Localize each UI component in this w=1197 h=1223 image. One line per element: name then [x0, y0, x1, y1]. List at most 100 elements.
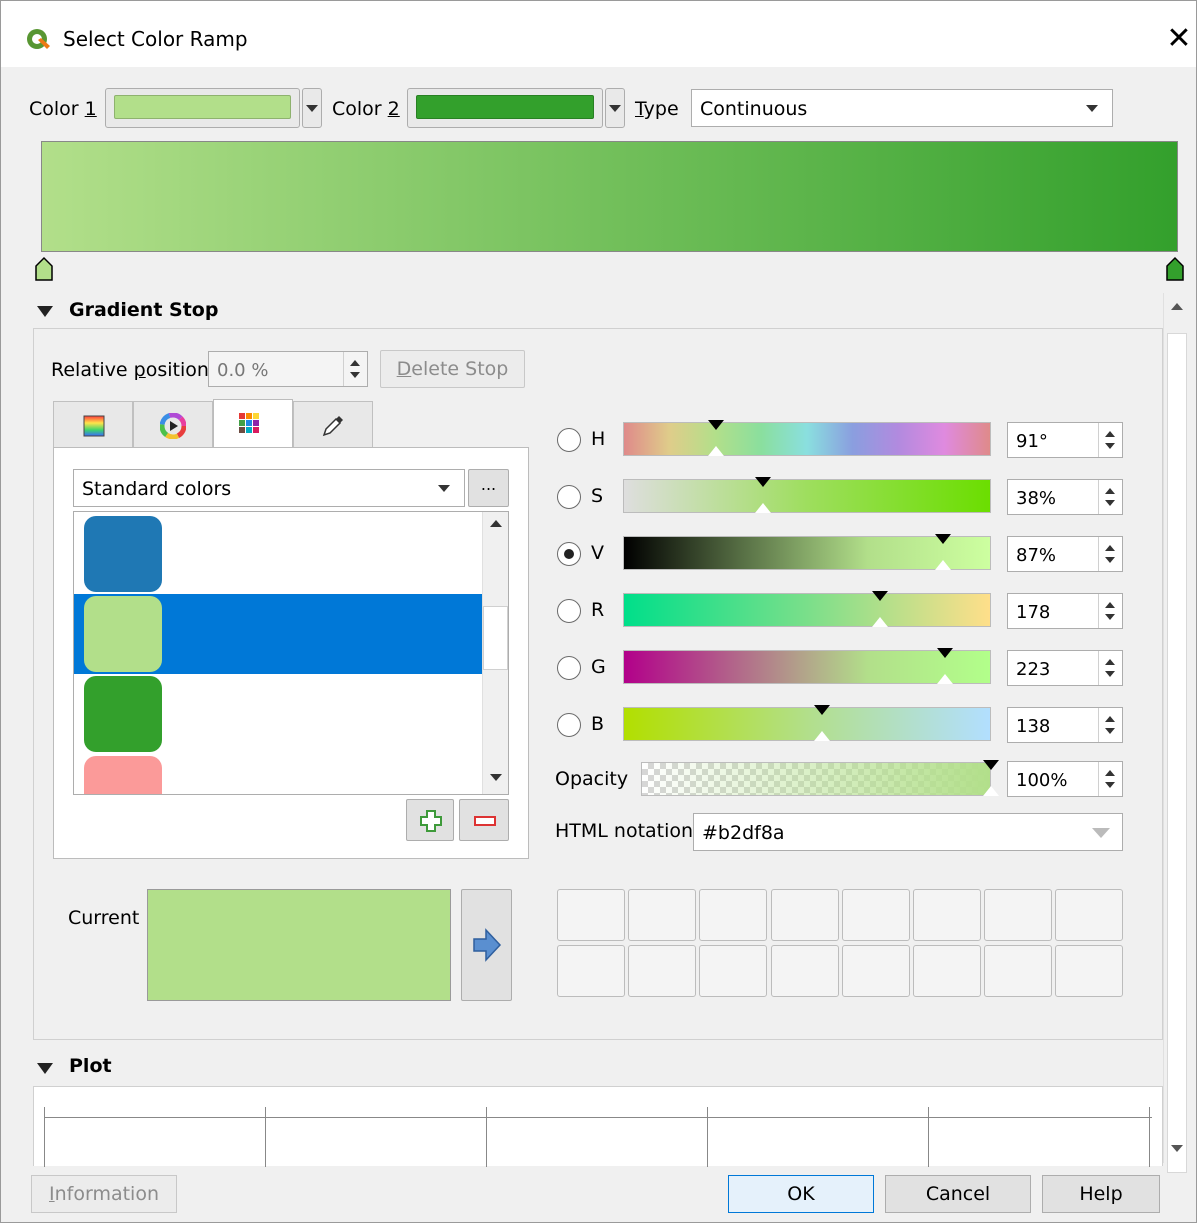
scroll-down-icon[interactable]	[490, 774, 502, 781]
scroll-up-icon[interactable]	[1171, 303, 1183, 310]
spinbox-v[interactable]: 87%	[1007, 536, 1123, 572]
remove-color-button[interactable]	[459, 799, 509, 841]
recent-color-cell[interactable]	[699, 945, 768, 997]
recent-color-cell[interactable]	[913, 945, 981, 997]
recent-color-cell[interactable]	[841, 889, 910, 941]
recent-color-cell[interactable]	[628, 889, 697, 941]
relative-position-spinbox[interactable]: 0.0 %	[208, 351, 368, 387]
spin-arrows[interactable]	[1098, 651, 1122, 685]
collapse-gradient-stop-icon[interactable]	[37, 306, 53, 317]
color2-label: Color 2	[332, 98, 400, 120]
opacity-slider[interactable]	[641, 762, 991, 796]
spinbox-r[interactable]: 178	[1007, 593, 1123, 629]
slider-marker-b[interactable]	[814, 705, 831, 715]
color2-button[interactable]	[407, 88, 603, 128]
add-color-button[interactable]	[406, 799, 454, 841]
color2-swatch	[416, 95, 594, 119]
slider-marker-h[interactable]	[708, 420, 725, 430]
slider-s[interactable]	[623, 479, 991, 513]
collapse-plot-icon[interactable]	[37, 1063, 53, 1074]
cancel-button[interactable]: Cancel	[885, 1175, 1031, 1213]
recent-color-cell[interactable]	[557, 945, 625, 997]
spin-arrows[interactable]	[1098, 423, 1122, 457]
gradient-stop-header[interactable]: Gradient Stop	[69, 299, 218, 321]
radio-r[interactable]	[557, 599, 581, 623]
color1-button[interactable]	[105, 88, 300, 128]
tab-color-ramp[interactable]	[53, 401, 133, 447]
recent-color-cell[interactable]	[984, 889, 1053, 941]
recent-color-cell[interactable]	[841, 945, 910, 997]
recent-color-cell[interactable]	[770, 945, 839, 997]
color2-dropdown-button[interactable]	[605, 88, 625, 128]
tab-color-wheel[interactable]	[133, 401, 213, 447]
spin-arrows[interactable]	[1098, 708, 1122, 742]
end-stop-marker[interactable]	[1165, 256, 1185, 282]
plot-grid-line	[486, 1107, 487, 1167]
recent-color-cell[interactable]	[699, 889, 768, 941]
radio-b[interactable]	[557, 713, 581, 737]
spin-arrows[interactable]	[1098, 537, 1122, 571]
swatch-list[interactable]	[73, 511, 509, 795]
opacity-marker[interactable]	[983, 760, 999, 770]
chevron-down-icon[interactable]	[1092, 828, 1110, 838]
recent-color-cell[interactable]	[628, 945, 697, 997]
color1-dropdown-button[interactable]	[302, 88, 322, 128]
swatch-list-scrollbar[interactable]	[482, 512, 508, 794]
html-notation-input[interactable]: #b2df8a	[693, 813, 1123, 851]
swatch-list-item[interactable]	[74, 514, 482, 594]
color1-swatch	[114, 95, 291, 119]
slider-b[interactable]	[623, 707, 991, 741]
tab-swatches[interactable]	[213, 399, 293, 449]
recent-color-cell[interactable]	[1055, 889, 1124, 941]
spin-arrows[interactable]	[1098, 594, 1122, 628]
recent-color-cell[interactable]	[1055, 945, 1124, 997]
swatch-list-item[interactable]	[74, 754, 482, 794]
tab-color-picker[interactable]	[293, 401, 373, 447]
scroll-down-icon[interactable]	[1171, 1145, 1183, 1152]
spin-arrows[interactable]	[1098, 762, 1122, 796]
recent-color-cell[interactable]	[557, 889, 625, 941]
main-scrollbar[interactable]	[1163, 293, 1189, 1173]
chevron-down-icon	[1086, 105, 1098, 112]
information-button[interactable]: Information	[31, 1175, 177, 1213]
recent-color-cell[interactable]	[984, 945, 1053, 997]
color-scheme-combo[interactable]: Standard colors	[73, 469, 465, 507]
color-ramp-preview[interactable]	[41, 141, 1178, 252]
plot-grid-line	[928, 1107, 929, 1167]
spinbox-b[interactable]: 138	[1007, 707, 1123, 743]
opacity-spinbox[interactable]: 100%	[1007, 761, 1123, 797]
spin-arrows[interactable]	[343, 352, 367, 386]
ok-button[interactable]: OK	[728, 1175, 874, 1213]
scheme-menu-button[interactable]: ...	[468, 469, 509, 507]
scroll-thumb[interactable]	[483, 606, 508, 670]
slider-marker-s[interactable]	[754, 477, 771, 487]
recent-color-cell[interactable]	[913, 889, 981, 941]
plot-area[interactable]	[33, 1086, 1163, 1167]
spinbox-g[interactable]: 223	[1007, 650, 1123, 686]
swatch-list-item[interactable]	[74, 674, 482, 754]
spinbox-h[interactable]: 91°	[1007, 422, 1123, 458]
slider-marker-g[interactable]	[937, 648, 953, 658]
type-combo[interactable]: Continuous	[691, 89, 1113, 127]
swatch-list-item[interactable]	[74, 594, 482, 674]
radio-v[interactable]	[557, 542, 581, 566]
plot-header[interactable]: Plot	[69, 1055, 112, 1077]
radio-s[interactable]	[557, 485, 581, 509]
spinbox-s[interactable]: 38%	[1007, 479, 1123, 515]
slider-marker-v[interactable]	[935, 534, 952, 544]
close-icon[interactable]: ✕	[1161, 21, 1197, 57]
scroll-up-icon[interactable]	[490, 520, 502, 527]
slider-g[interactable]	[623, 650, 991, 684]
radio-h[interactable]	[557, 428, 581, 452]
slider-h[interactable]	[623, 422, 991, 456]
help-button[interactable]: Help	[1042, 1175, 1160, 1213]
start-stop-marker[interactable]	[34, 256, 54, 282]
slider-marker-r[interactable]	[871, 591, 888, 601]
slider-r[interactable]	[623, 593, 991, 627]
scroll-thumb[interactable]	[1167, 333, 1187, 1173]
recent-color-cell[interactable]	[770, 889, 839, 941]
delete-stop-button[interactable]: Delete Stop	[380, 350, 525, 388]
radio-g[interactable]	[557, 656, 581, 680]
spin-arrows[interactable]	[1098, 480, 1122, 514]
apply-color-button[interactable]	[461, 889, 512, 1001]
